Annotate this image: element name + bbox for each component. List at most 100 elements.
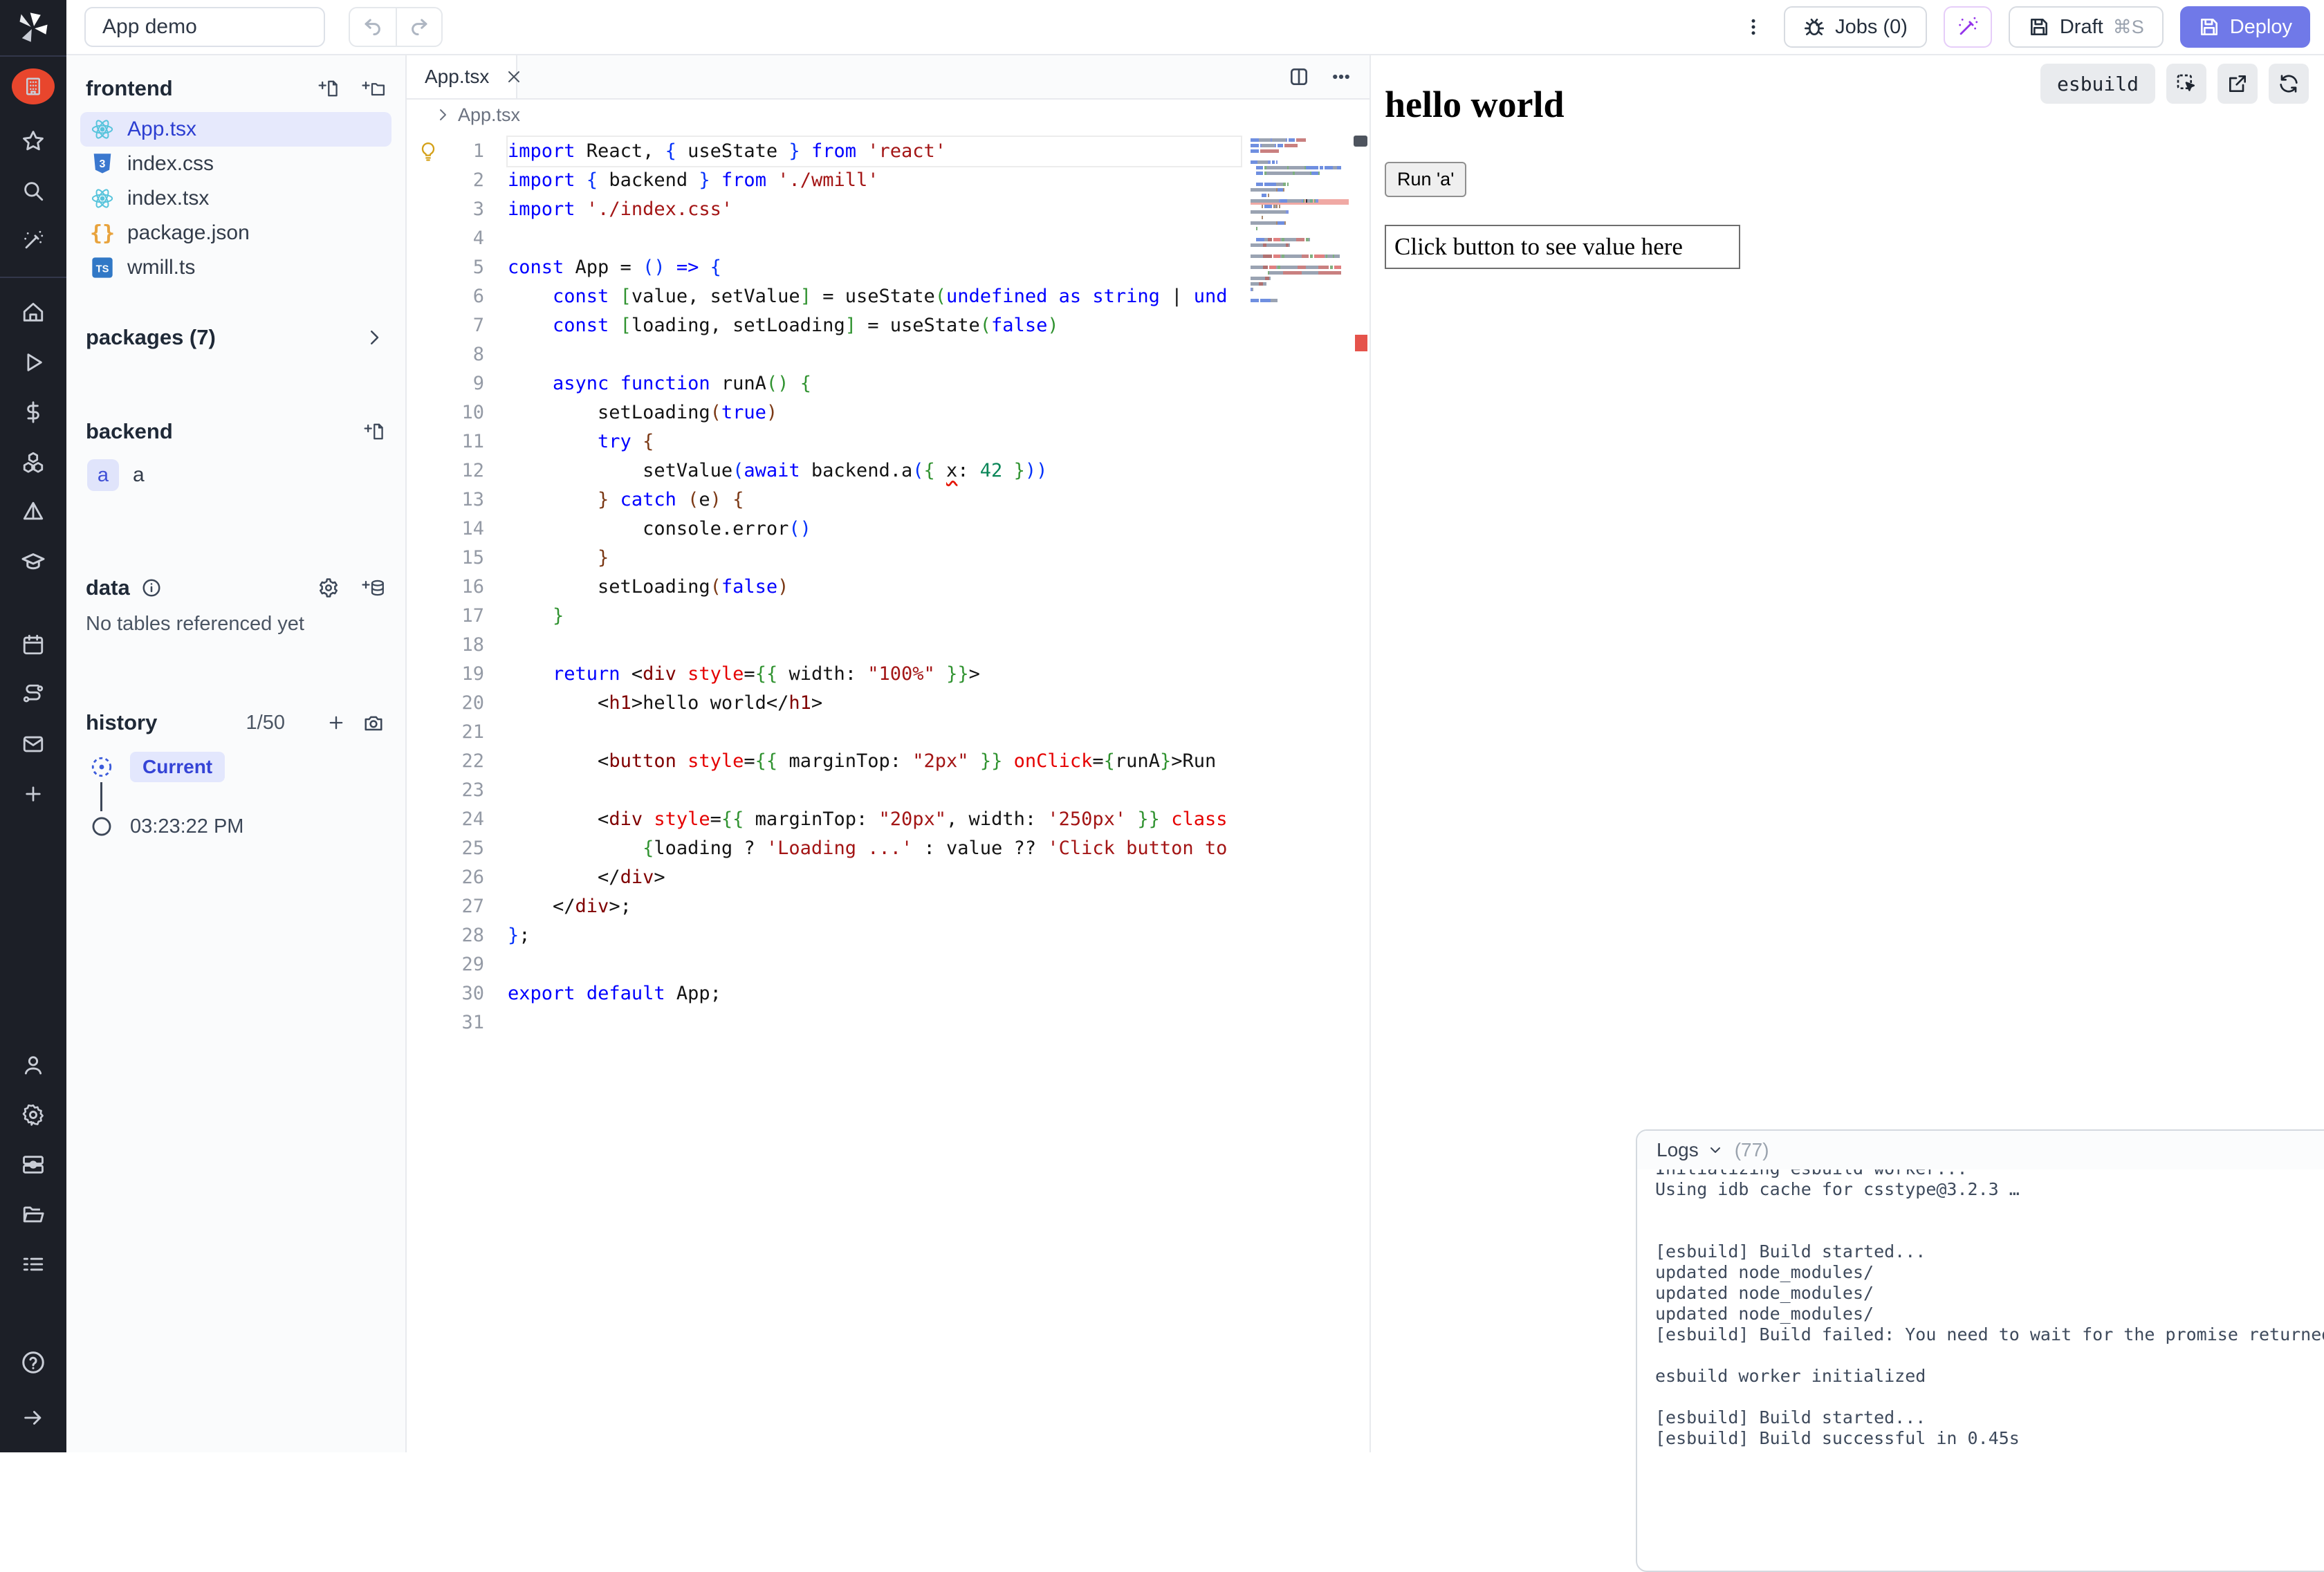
quick-fix-lightbulb-icon[interactable]	[418, 141, 439, 167]
add-file-icon[interactable]	[315, 78, 339, 99]
code-line: 12 setValue(await backend.a({ x: 42 }))	[407, 456, 1370, 486]
top-bar-actions: Jobs (0) Draft ⌘S Deploy	[1740, 6, 2310, 48]
open-external-button[interactable]	[2217, 64, 2258, 104]
add-folder-icon[interactable]	[360, 78, 385, 99]
camera-icon[interactable]	[362, 712, 385, 733]
inspect-element-button[interactable]	[2166, 64, 2206, 104]
packages-title: packages (7)	[86, 325, 216, 350]
favorites-star-icon[interactable]	[0, 116, 66, 166]
timeline-connector	[100, 782, 102, 811]
schedules-pyramid-icon[interactable]	[0, 487, 66, 537]
code-lines: 1import React, { useState } from 'react'…	[407, 137, 1370, 1037]
script-badge: a	[87, 459, 119, 491]
ai-wand-icon[interactable]	[0, 216, 66, 266]
code-line: 17 }	[407, 602, 1370, 631]
history-timeline: Current 03:23:22 PM	[66, 738, 405, 842]
code-line: 29	[407, 950, 1370, 979]
file-row-package-json[interactable]: {} package.json	[80, 216, 391, 250]
current-node-icon	[90, 755, 113, 779]
bundler-badge[interactable]: esbuild	[2040, 64, 2155, 104]
logs-count: (77)	[1735, 1139, 1769, 1161]
chevron-right-icon	[434, 107, 451, 123]
editor-scrollbar[interactable]	[1352, 130, 1370, 1306]
help-icon[interactable]	[0, 1338, 66, 1387]
add-plus-icon[interactable]	[0, 769, 66, 819]
file-row-index-tsx[interactable]: index.tsx	[80, 181, 391, 216]
file-explorer-panel: frontend App.tsx 3 index.css	[66, 55, 407, 1452]
backend-script-row[interactable]: a a	[66, 459, 405, 491]
run-a-button[interactable]: Run 'a'	[1385, 162, 1466, 197]
user-icon[interactable]	[0, 1040, 66, 1090]
audit-logs-icon[interactable]	[0, 1239, 66, 1289]
code-line: 30export default App;	[407, 979, 1370, 1008]
more-menu-icon[interactable]	[1740, 7, 1767, 47]
breadcrumb[interactable]: App.tsx	[407, 100, 1370, 130]
history-entry-time[interactable]: 03:23:22 PM	[90, 811, 405, 842]
svg-text:TS: TS	[96, 264, 109, 275]
calendar-icon[interactable]	[0, 620, 66, 669]
runs-play-icon[interactable]	[0, 337, 66, 387]
file-name: package.json	[127, 221, 250, 245]
ai-assistant-button[interactable]	[1944, 6, 1992, 48]
undo-button[interactable]	[350, 8, 396, 46]
history-entry-current[interactable]: Current	[90, 752, 405, 782]
expand-arrow-icon[interactable]	[0, 1393, 66, 1443]
scrollbar-thumb[interactable]	[1354, 136, 1367, 147]
add-file-icon[interactable]	[361, 421, 385, 442]
code-line: 5const App = () => {	[407, 253, 1370, 282]
editor-more-icon[interactable]	[1331, 66, 1352, 87]
code-area[interactable]: 1import React, { useState } from 'react'…	[407, 130, 1370, 1306]
minimap[interactable]	[1251, 138, 1349, 310]
external-link-icon	[2226, 73, 2249, 95]
code-line: 19 return <div style={{ width: "100%" }}…	[407, 660, 1370, 689]
redo-button[interactable]	[396, 8, 441, 46]
chevron-down-icon	[1707, 1142, 1724, 1158]
save-icon	[2028, 16, 2050, 38]
windmill-logo[interactable]	[0, 0, 66, 55]
add-database-icon[interactable]	[360, 577, 385, 598]
code-line: 10 setLoading(true)	[407, 398, 1370, 427]
chevron-right-icon	[364, 327, 385, 348]
data-empty-text: No tables referenced yet	[66, 603, 405, 636]
close-tab-icon[interactable]	[506, 68, 522, 85]
search-icon[interactable]	[0, 166, 66, 216]
folders-icon[interactable]	[0, 1190, 66, 1239]
data-settings-gear-icon[interactable]	[318, 577, 339, 598]
code-line: 25 {loading ? 'Loading ...' : value ?? '…	[407, 834, 1370, 863]
variables-dollar-icon[interactable]	[0, 387, 66, 437]
home-icon[interactable]	[0, 288, 66, 337]
file-row-app-tsx[interactable]: App.tsx	[80, 112, 391, 147]
workers-icon[interactable]	[0, 1140, 66, 1190]
deploy-button[interactable]: Deploy	[2180, 6, 2310, 48]
jobs-button[interactable]: Jobs (0)	[1784, 6, 1927, 48]
packages-section-header[interactable]: packages (7)	[66, 322, 405, 353]
refresh-icon	[2278, 73, 2300, 95]
mail-icon[interactable]	[0, 719, 66, 769]
logs-dropdown[interactable]: Logs	[1657, 1139, 1724, 1161]
code-line: 20 <h1>hello world</h1>	[407, 689, 1370, 718]
flows-route-icon[interactable]	[0, 669, 66, 719]
add-snapshot-icon[interactable]	[326, 713, 346, 732]
settings-gear-icon[interactable]	[0, 1090, 66, 1140]
code-line: 14 console.error()	[407, 515, 1370, 544]
draft-button[interactable]: Draft ⌘S	[2009, 6, 2164, 48]
tab-app-tsx[interactable]: App.tsx	[407, 55, 517, 98]
code-line: 7 const [loading, setLoading] = useState…	[407, 311, 1370, 340]
workspace-icon[interactable]	[0, 57, 66, 116]
refresh-preview-button[interactable]	[2269, 64, 2309, 104]
editor-tab-bar: App.tsx	[407, 55, 1370, 100]
code-line: 22 <button style={{ marginTop: "2px" }} …	[407, 747, 1370, 776]
logs-output: Initializing esbuild worker... Using idb…	[1637, 1158, 2324, 1449]
file-row-index-css[interactable]: 3 index.css	[80, 147, 391, 181]
file-row-wmill-ts[interactable]: TS wmill.ts	[80, 250, 391, 285]
split-editor-icon[interactable]	[1288, 66, 1310, 88]
history-title: history	[86, 710, 157, 735]
jobs-label: Jobs (0)	[1835, 16, 1908, 39]
tab-label: App.tsx	[425, 66, 489, 88]
resources-cubes-icon[interactable]	[0, 437, 66, 487]
info-icon[interactable]	[141, 577, 162, 598]
error-overview-marker	[1355, 335, 1367, 351]
app-name-input[interactable]	[84, 7, 325, 47]
learn-graduation-icon[interactable]	[0, 537, 66, 586]
app-preview-panel: esbuild hello world Run 'a' Click button…	[1370, 55, 2324, 1452]
